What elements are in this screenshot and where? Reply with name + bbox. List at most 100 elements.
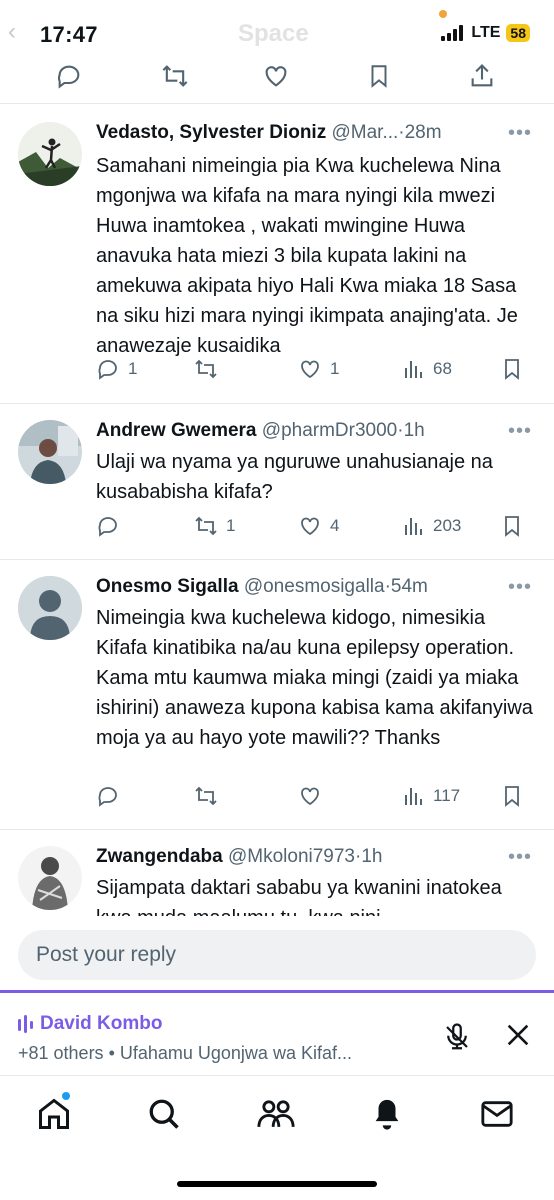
views-button[interactable]: 117 (401, 784, 460, 808)
reply-author[interactable]: Andrew Gwemera (96, 420, 257, 441)
home-notification-dot (62, 1092, 70, 1100)
reply-handle[interactable]: @onesmosigalla (244, 576, 385, 597)
reply-timestamp[interactable]: 1h (361, 846, 382, 867)
like-icon[interactable] (262, 62, 290, 90)
retweet-count: 1 (226, 516, 236, 535)
like-icon (301, 517, 319, 536)
avatar[interactable] (18, 122, 82, 186)
reply-text: Samahani nimeingia pia Kwa kuchelewa Nin… (96, 155, 518, 357)
reply-timestamp[interactable]: 1h (404, 420, 425, 441)
bookmark-button[interactable] (500, 514, 524, 538)
retweet-icon[interactable] (160, 62, 190, 90)
bottom-navigation (0, 1078, 554, 1200)
retweet-button[interactable]: 1 (194, 514, 235, 538)
reply-icon (98, 787, 117, 807)
live-space-bar[interactable]: David Kombo +81 others • Ufahamu Ugonjwa… (0, 990, 554, 1076)
reply-button[interactable]: 1 (96, 357, 137, 381)
reply-author[interactable]: Onesmo Sigalla (96, 576, 239, 597)
space-host[interactable]: David Kombo (18, 1013, 162, 1035)
space-host-name: David Kombo (40, 1013, 163, 1034)
reply-actions: 1 1 68 (96, 357, 534, 385)
bookmark-icon (505, 786, 519, 807)
ghost-title: Space (238, 20, 309, 47)
mic-muted-icon[interactable] (442, 1021, 472, 1053)
reply-author[interactable]: Zwangendaba (96, 846, 223, 867)
reply-count: 1 (128, 359, 138, 378)
reply-timestamp[interactable]: 54m (391, 576, 428, 597)
like-icon (301, 360, 319, 379)
space-subtitle: +81 others • Ufahamu Ugonjwa wa Kifaf... (18, 1043, 352, 1063)
views-button[interactable]: 203 (401, 514, 461, 538)
reply-icon (98, 360, 117, 380)
reply-handle[interactable]: @Mkoloni7973 (228, 846, 355, 867)
reply-text: Ulaji wa nyama ya nguruwe unahusianaje n… (96, 451, 493, 503)
back-arrow-icon[interactable]: ‹ (8, 18, 16, 46)
reply-input-placeholder: Post your reply (36, 943, 177, 966)
default-avatar-icon (18, 576, 82, 640)
retweet-icon (195, 516, 217, 536)
retweet-button[interactable] (194, 784, 226, 808)
home-icon[interactable] (36, 1096, 72, 1132)
reply-button[interactable] (96, 514, 128, 538)
retweet-icon (195, 359, 217, 379)
like-count: 4 (330, 516, 340, 535)
reply-item[interactable]: Vedasto, Sylvester Dioniz @Mar...·28m ••… (0, 104, 554, 404)
home-indicator[interactable] (177, 1181, 377, 1187)
reply-item[interactable]: Zwangendaba @Mkoloni7973·1h ••• Sijampat… (0, 830, 554, 916)
reply-icon (98, 517, 117, 537)
communities-icon[interactable] (256, 1096, 296, 1132)
like-button[interactable] (298, 784, 330, 808)
more-options-icon[interactable]: ••• (508, 122, 532, 145)
cellular-signal-icon (441, 25, 464, 41)
view-count: 117 (433, 786, 461, 805)
bookmark-icon[interactable] (366, 62, 392, 90)
reply-item[interactable]: Andrew Gwemera @pharmDr3000·1h ••• Ulaji… (0, 404, 554, 560)
retweet-icon (195, 786, 217, 806)
avatar[interactable] (18, 846, 82, 910)
reply-text: Nimeingia kwa kuchelewa kidogo, nimesiki… (96, 607, 533, 749)
views-icon (405, 788, 422, 805)
bookmark-icon (505, 516, 519, 537)
messages-icon[interactable] (480, 1096, 514, 1132)
reply-handle[interactable]: @Mar... (331, 122, 398, 143)
reply-item[interactable]: Onesmo Sigalla @onesmosigalla·54m ••• Ni… (0, 560, 554, 830)
search-icon[interactable] (146, 1096, 182, 1132)
close-icon[interactable] (504, 1021, 532, 1049)
reply-icon[interactable] (55, 62, 83, 90)
like-count: 1 (330, 359, 340, 378)
retweet-button[interactable] (194, 357, 226, 381)
bookmark-button[interactable] (500, 357, 524, 381)
avatar[interactable] (18, 576, 82, 640)
like-button[interactable]: 4 (298, 514, 339, 538)
like-icon (301, 787, 319, 806)
reply-actions: 1 4 203 (96, 514, 534, 542)
share-icon[interactable] (468, 62, 496, 90)
avatar[interactable] (18, 420, 82, 484)
bookmark-icon (505, 359, 519, 380)
view-count: 68 (433, 359, 452, 378)
bookmark-button[interactable] (500, 784, 524, 808)
reply-button[interactable] (96, 784, 128, 808)
status-time: 17:47 (40, 22, 98, 47)
more-options-icon[interactable]: ••• (508, 420, 532, 443)
more-options-icon[interactable]: ••• (508, 576, 532, 599)
reply-timestamp[interactable]: 28m (405, 122, 442, 143)
more-options-icon[interactable]: ••• (508, 846, 532, 869)
network-type: LTE (471, 24, 501, 41)
reply-composer: Post your reply (0, 916, 554, 990)
views-button[interactable]: 68 (401, 357, 452, 381)
notifications-icon[interactable] (370, 1096, 404, 1132)
view-count: 203 (433, 516, 462, 535)
views-icon (405, 361, 422, 378)
audio-wave-icon (18, 1015, 33, 1033)
privacy-indicator-dot (439, 10, 447, 18)
like-button[interactable]: 1 (298, 357, 339, 381)
previous-tweet-actions (0, 56, 554, 104)
battery-level: 58 (506, 24, 530, 42)
reply-actions: 117 (96, 784, 534, 812)
status-bar: ‹ 17:47 Space LTE 58 (0, 0, 554, 62)
views-icon (405, 518, 422, 535)
reply-input[interactable]: Post your reply (18, 930, 536, 980)
reply-handle[interactable]: @pharmDr3000 (262, 420, 397, 441)
reply-author[interactable]: Vedasto, Sylvester Dioniz (96, 122, 326, 143)
